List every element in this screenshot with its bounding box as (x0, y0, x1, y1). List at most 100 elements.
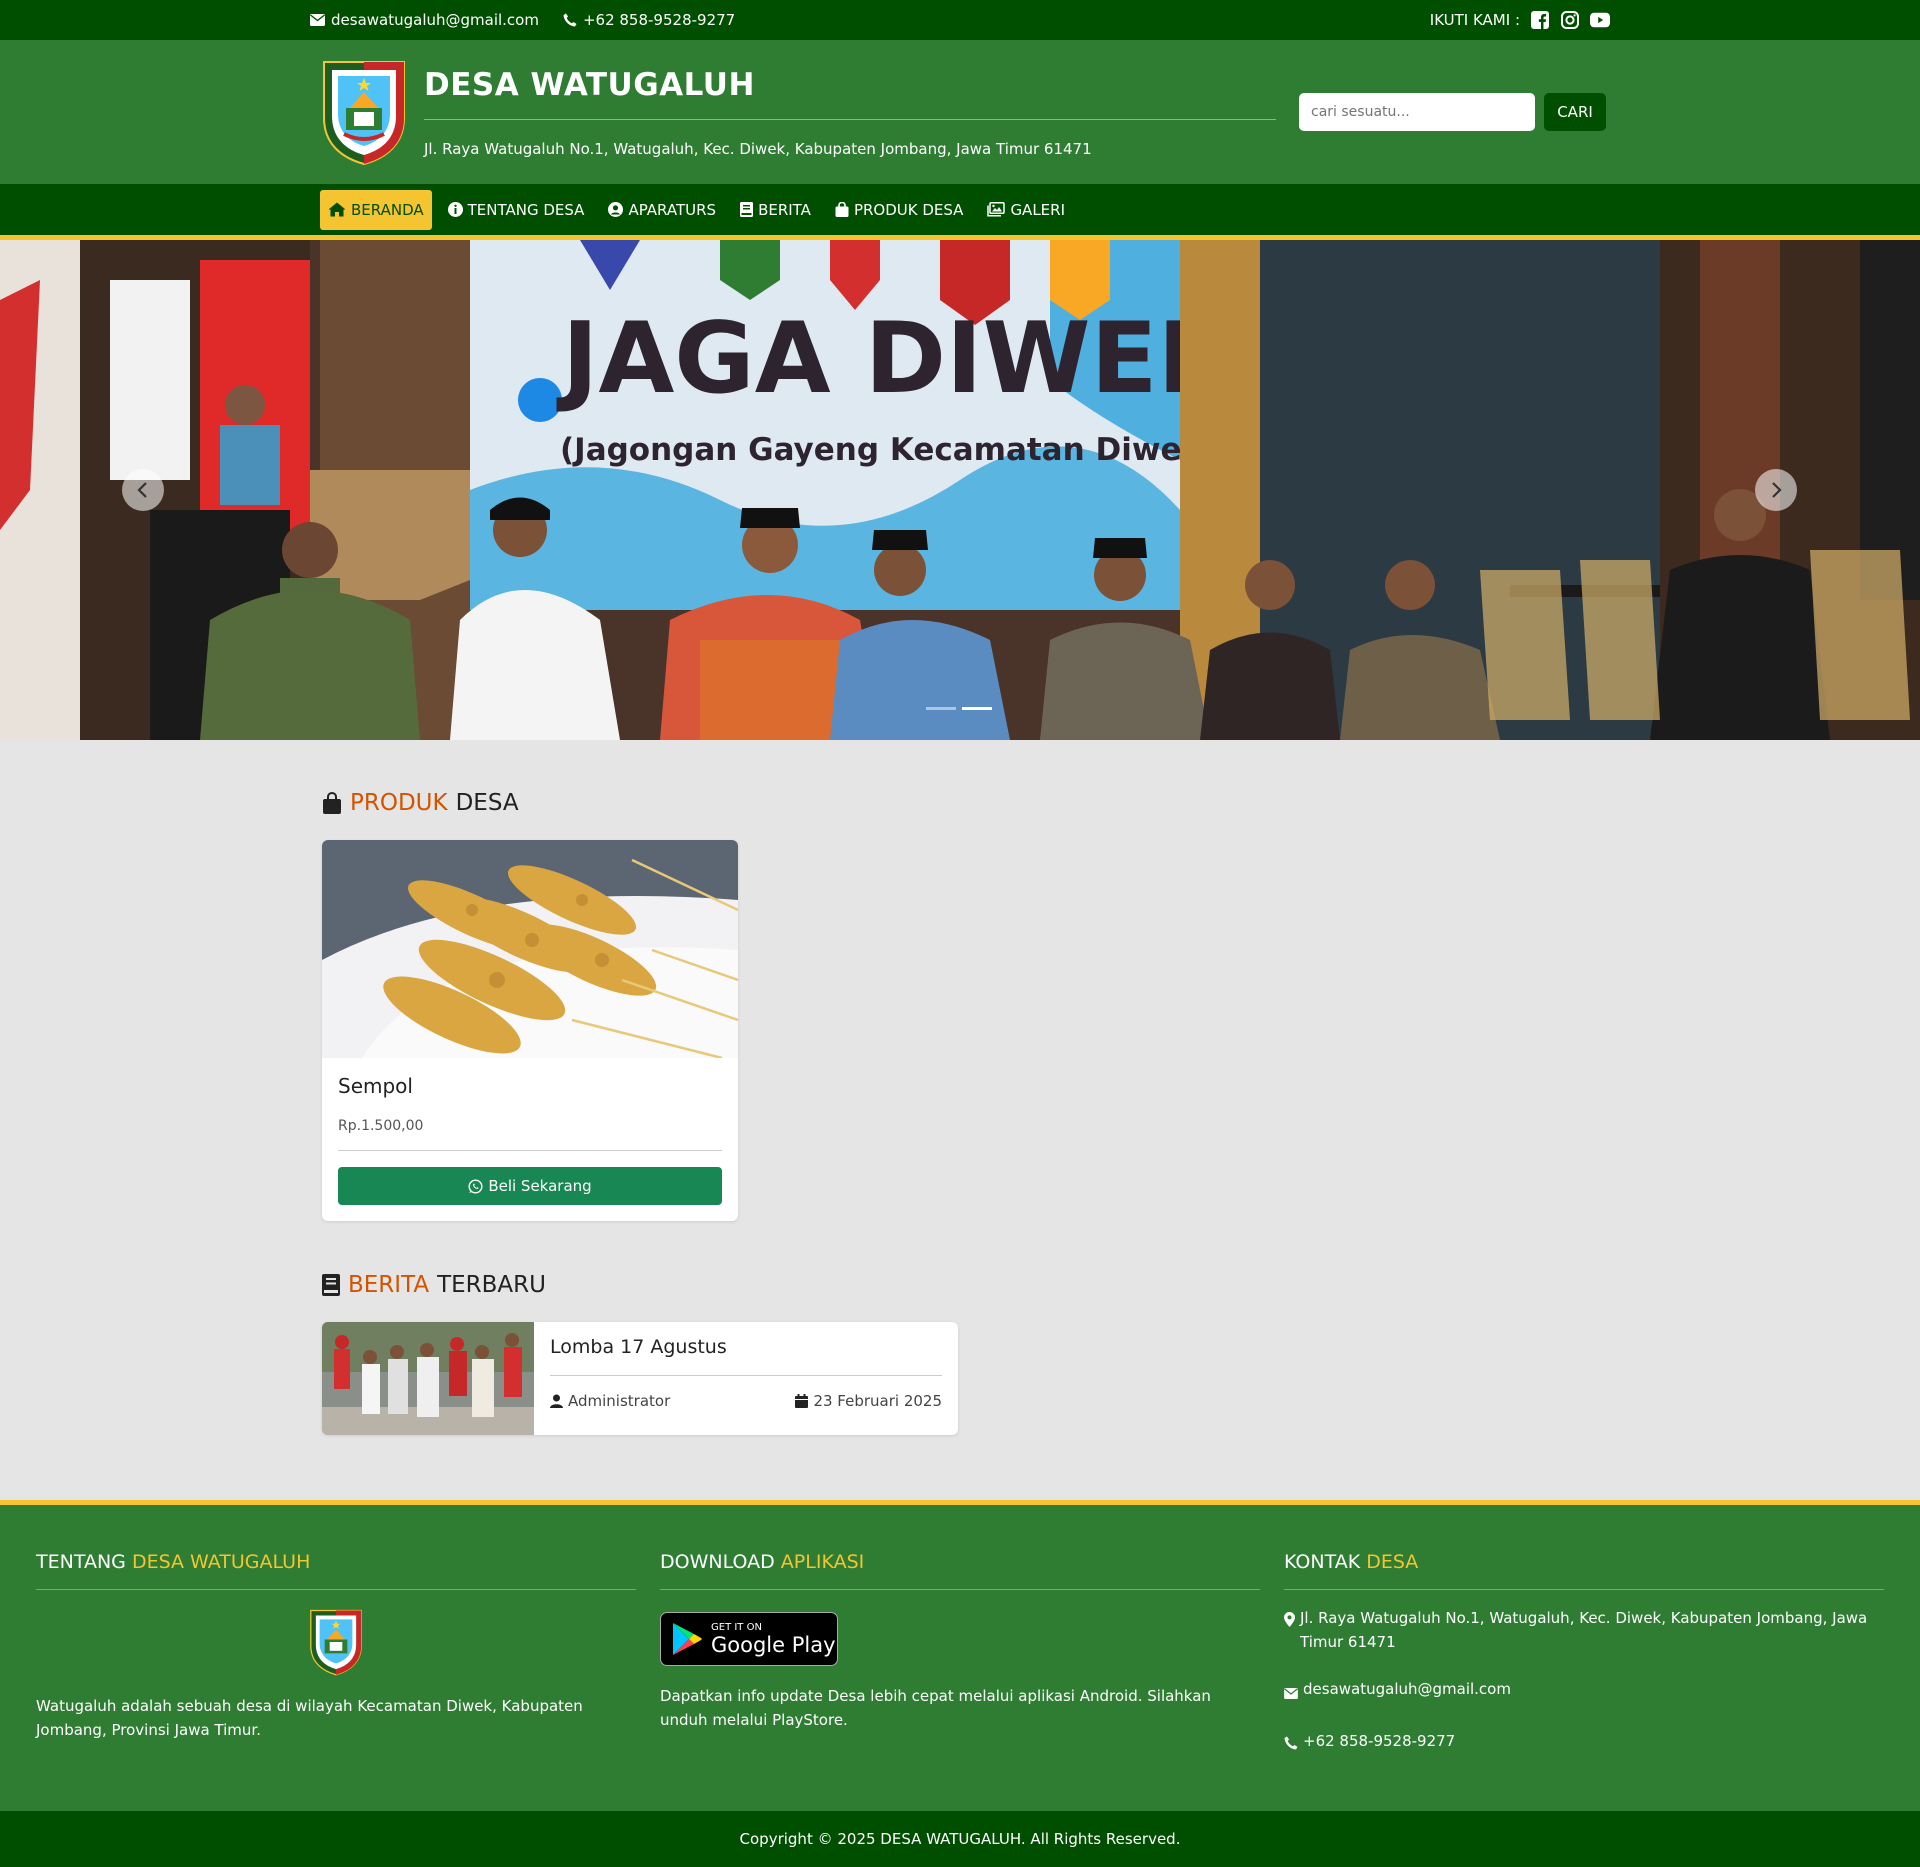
news-date-text: 23 Februari 2025 (813, 1392, 942, 1410)
topbar-email: desawatugaluh@gmail.com (331, 11, 539, 29)
shopping-bag-icon (323, 792, 341, 814)
buy-now-button[interactable]: Beli Sekarang (338, 1167, 722, 1205)
footer-contact-email[interactable]: desawatugaluh@gmail.com (1284, 1677, 1884, 1706)
nav-item-berita[interactable]: BERITA (732, 190, 819, 230)
news-author-name: Administrator (568, 1392, 671, 1410)
carousel-indicators (926, 707, 992, 710)
footer-email-text: desawatugaluh@gmail.com (1303, 1680, 1511, 1698)
news-author: Administrator (550, 1392, 670, 1410)
google-play-icon (673, 1623, 702, 1655)
main-content: PRODUK DESA Sempol Rp.1.500,00 Beli Seka… (310, 790, 1610, 1435)
nav-item-tentang-desa[interactable]: TENTANG DESA (440, 190, 593, 230)
home-icon (328, 202, 346, 217)
footer-contact: KONTAK DESA Jl. Raya Watugaluh No.1, Wat… (1284, 1505, 1884, 1757)
carousel-indicator-active[interactable] (962, 707, 992, 710)
youtube-icon[interactable] (1590, 10, 1610, 30)
site-address: Jl. Raya Watugaluh No.1, Watugaluh, Kec.… (424, 139, 1092, 158)
footer-about-title-prefix: TENTANG (36, 1551, 126, 1573)
calendar-icon (795, 1394, 809, 1408)
buy-now-label: Beli Sekarang (488, 1177, 592, 1195)
search-input[interactable] (1299, 93, 1535, 131)
copyright-text: Copyright © 2025 DESA WATUGALUH. All Rig… (739, 1830, 1181, 1848)
site-title: DESA WATUGALUH (424, 67, 1276, 120)
products-title-rest: DESA (455, 790, 519, 816)
news-title-highlight: BERITA (348, 1272, 430, 1298)
products-title-highlight: PRODUK (350, 790, 448, 816)
product-card[interactable]: Sempol Rp.1.500,00 Beli Sekarang (322, 840, 738, 1221)
shopping-bag-icon (835, 202, 849, 217)
search-form: CARI (1299, 93, 1606, 131)
google-play-small-text: GET IT ON (711, 1621, 762, 1633)
hero-banner-title: JAGA DIWEK (556, 302, 1237, 416)
news-title[interactable]: Lomba 17 Agustus (550, 1336, 942, 1376)
product-price: Rp.1.500,00 (338, 1118, 722, 1151)
footer-download: DOWNLOAD APLIKASI GET IT ON Google Play … (660, 1505, 1260, 1757)
footer-contact-phone[interactable]: +62 858-9528-9277 (1284, 1729, 1884, 1757)
copyright-bar: Copyright © 2025 DESA WATUGALUH. All Rig… (0, 1811, 1920, 1867)
product-name[interactable]: Sempol (338, 1074, 722, 1098)
carousel-indicator[interactable] (926, 707, 956, 710)
images-icon (987, 202, 1006, 217)
footer-contact-title-prefix: KONTAK (1284, 1551, 1361, 1573)
footer-about: TENTANG DESA WATUGALUH Watugaluh adalah … (36, 1505, 636, 1757)
hero-banner-subtitle: (Jagongan Gayeng Kecamatan Diwek) (560, 432, 1216, 468)
news-image[interactable] (322, 1322, 534, 1435)
footer-address-text: Jl. Raya Watugaluh No.1, Watugaluh, Kec.… (1300, 1609, 1868, 1651)
book-icon (322, 1274, 340, 1296)
footer-emblem-logo (310, 1609, 362, 1676)
hero-carousel: JAGA DIWEK (Jagongan Gayeng Kecamatan Di… (0, 240, 1920, 740)
village-emblem-logo[interactable] (320, 58, 408, 166)
footer-download-text: Dapatkan info update Desa lebih cepat me… (660, 1687, 1211, 1729)
nav-item-label: APARATURS (628, 200, 717, 219)
nav-item-beranda[interactable]: BERANDA (320, 189, 432, 230)
user-circle-icon (608, 202, 624, 217)
google-play-badge[interactable]: GET IT ON Google Play (660, 1612, 838, 1666)
carousel-prev-button[interactable] (122, 469, 164, 511)
footer-contact-title: KONTAK DESA (1284, 1551, 1884, 1590)
whatsapp-icon (468, 1178, 483, 1194)
nav-item-label: BERITA (758, 200, 811, 219)
google-play-big-text: Google Play (711, 1632, 836, 1657)
user-icon (550, 1394, 563, 1408)
carousel-next-button[interactable] (1755, 469, 1797, 511)
chevron-left-icon (137, 482, 147, 498)
site-footer: TENTANG DESA WATUGALUH Watugaluh adalah … (0, 1500, 1920, 1811)
nav-item-aparaturs[interactable]: APARATURS (600, 190, 724, 230)
hero-slide-image: JAGA DIWEK (Jagongan Gayeng Kecamatan Di… (0, 240, 1920, 740)
nav-item-label: TENTANG DESA (467, 200, 585, 219)
phone-icon (563, 13, 577, 27)
nav-item-label: PRODUK DESA (853, 200, 964, 219)
info-icon (447, 202, 463, 217)
footer-about-title-highlight: DESA WATUGALUH (131, 1551, 311, 1573)
phone-icon (1284, 1736, 1298, 1750)
map-marker-icon (1284, 1612, 1295, 1627)
facebook-icon[interactable] (1530, 10, 1550, 30)
topbar: desawatugaluh@gmail.com +62 858-9528-927… (0, 0, 1920, 40)
product-image[interactable] (322, 840, 738, 1058)
envelope-icon (310, 14, 325, 26)
footer-about-text: Watugaluh adalah sebuah desa di wilayah … (36, 1697, 583, 1739)
search-button[interactable]: CARI (1544, 93, 1606, 131)
footer-about-title: TENTANG DESA WATUGALUH (36, 1551, 636, 1590)
footer-download-title-prefix: DOWNLOAD (660, 1551, 775, 1573)
products-section-title: PRODUK DESA (322, 790, 1610, 816)
envelope-icon (1284, 1688, 1298, 1699)
main-navbar: BERANDA TENTANG DESA APARATURS BERITA PR… (0, 184, 1920, 240)
instagram-icon[interactable] (1560, 10, 1580, 30)
news-card[interactable]: Lomba 17 Agustus Administrator 23 Februa… (322, 1322, 958, 1435)
topbar-phone-link[interactable]: +62 858-9528-9277 (563, 11, 735, 29)
footer-contact-address: Jl. Raya Watugaluh No.1, Watugaluh, Kec.… (1284, 1606, 1884, 1654)
nav-item-produk-desa[interactable]: PRODUK DESA (827, 190, 972, 230)
news-title-rest: TERBARU (437, 1272, 546, 1298)
footer-download-title: DOWNLOAD APLIKASI (660, 1551, 1260, 1590)
nav-item-label: GALERI (1010, 200, 1066, 219)
footer-contact-title-highlight: DESA (1366, 1551, 1419, 1573)
chevron-right-icon (1772, 482, 1782, 498)
nav-item-galeri[interactable]: GALERI (979, 190, 1073, 230)
topbar-phone: +62 858-9528-9277 (582, 11, 736, 29)
footer-phone-text: +62 858-9528-9277 (1303, 1732, 1456, 1750)
news-date: 23 Februari 2025 (795, 1392, 942, 1410)
topbar-email-link[interactable]: desawatugaluh@gmail.com (310, 11, 539, 29)
news-section-title: BERITA TERBARU (322, 1272, 1610, 1298)
nav-item-label: BERANDA (351, 200, 424, 219)
